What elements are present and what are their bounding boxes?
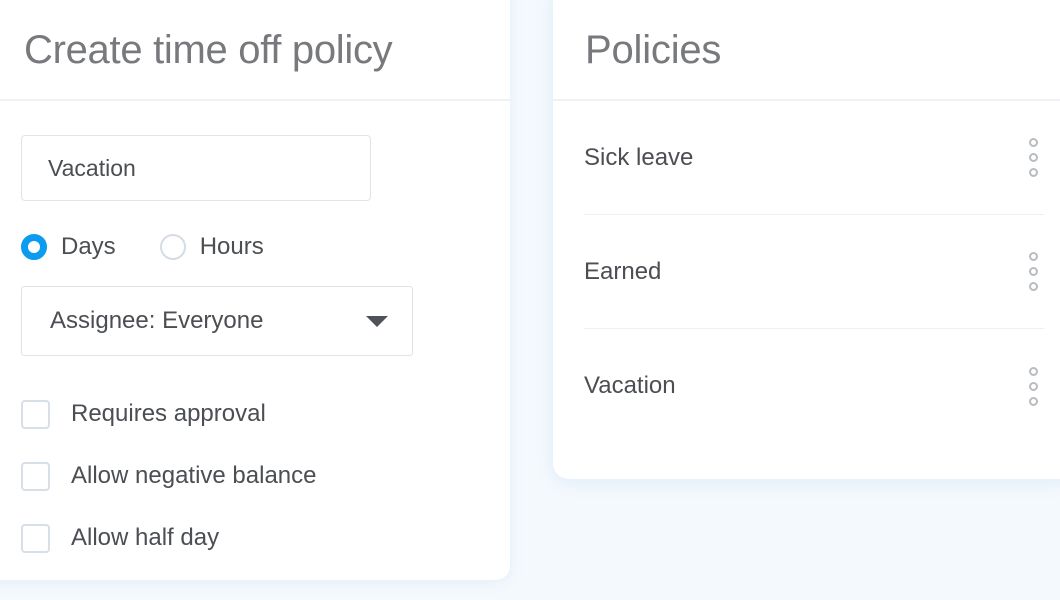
checkbox-allow-negative-balance[interactable]: Allow negative balance bbox=[21, 445, 317, 507]
menu-dot bbox=[1029, 252, 1038, 261]
create-policy-panel: Create time off policy Vacation Days Hou… bbox=[0, 0, 510, 580]
menu-dot bbox=[1029, 282, 1038, 291]
policies-header: Policies bbox=[553, 0, 1060, 101]
checkbox-requires-approval[interactable]: Requires approval bbox=[21, 383, 317, 445]
checkbox-label-allow-negative-balance: Allow negative balance bbox=[71, 462, 317, 489]
more-vertical-icon[interactable] bbox=[1023, 134, 1044, 181]
list-item[interactable]: Earned bbox=[584, 215, 1044, 329]
more-vertical-icon[interactable] bbox=[1023, 363, 1044, 410]
assignee-select-value: Assignee: Everyone bbox=[50, 307, 264, 334]
policy-item-name: Sick leave bbox=[584, 143, 694, 171]
radio-label-hours: Hours bbox=[199, 233, 264, 260]
radio-option-hours[interactable]: Hours bbox=[159, 233, 264, 261]
policy-name-value: Vacation bbox=[48, 154, 136, 181]
radio-selected-icon bbox=[21, 234, 47, 260]
menu-dot bbox=[1029, 168, 1038, 177]
checkbox-icon bbox=[21, 399, 50, 429]
create-policy-header: Create time off policy bbox=[0, 0, 510, 101]
policies-panel: Policies Sick leave Earned Vacation bbox=[553, 0, 1060, 479]
assignee-select[interactable]: Assignee: Everyone bbox=[21, 286, 413, 356]
menu-dot bbox=[1029, 396, 1038, 406]
list-item[interactable]: Vacation bbox=[584, 329, 1044, 443]
chevron-down-icon bbox=[366, 315, 388, 327]
policies-list: Sick leave Earned Vacation bbox=[553, 101, 1060, 443]
menu-dot bbox=[1029, 366, 1038, 376]
checkbox-label-requires-approval: Requires approval bbox=[71, 400, 266, 427]
radio-label-days: Days bbox=[61, 233, 116, 260]
menu-dot bbox=[1029, 267, 1038, 276]
checkbox-label-allow-half-day: Allow half day bbox=[71, 524, 220, 551]
menu-dot bbox=[1029, 153, 1038, 162]
policy-item-name: Earned bbox=[584, 257, 662, 285]
policies-title: Policies bbox=[585, 28, 722, 72]
page-title: Create time off policy bbox=[24, 28, 393, 72]
checkbox-allow-half-day[interactable]: Allow half day bbox=[21, 507, 317, 569]
checkbox-icon bbox=[21, 461, 50, 491]
menu-dot bbox=[1029, 138, 1038, 147]
unit-radio-group: Days Hours bbox=[21, 233, 308, 261]
list-item[interactable]: Sick leave bbox=[584, 101, 1044, 215]
policy-options-list: Requires approval Allow negative balance… bbox=[21, 383, 317, 569]
radio-option-days[interactable]: Days bbox=[21, 233, 116, 261]
radio-unselected-icon bbox=[159, 234, 186, 260]
checkbox-icon bbox=[21, 523, 50, 553]
policy-item-name: Vacation bbox=[584, 372, 676, 399]
menu-dot bbox=[1029, 381, 1038, 391]
policy-name-input[interactable]: Vacation bbox=[21, 135, 371, 201]
more-vertical-icon[interactable] bbox=[1023, 248, 1044, 295]
